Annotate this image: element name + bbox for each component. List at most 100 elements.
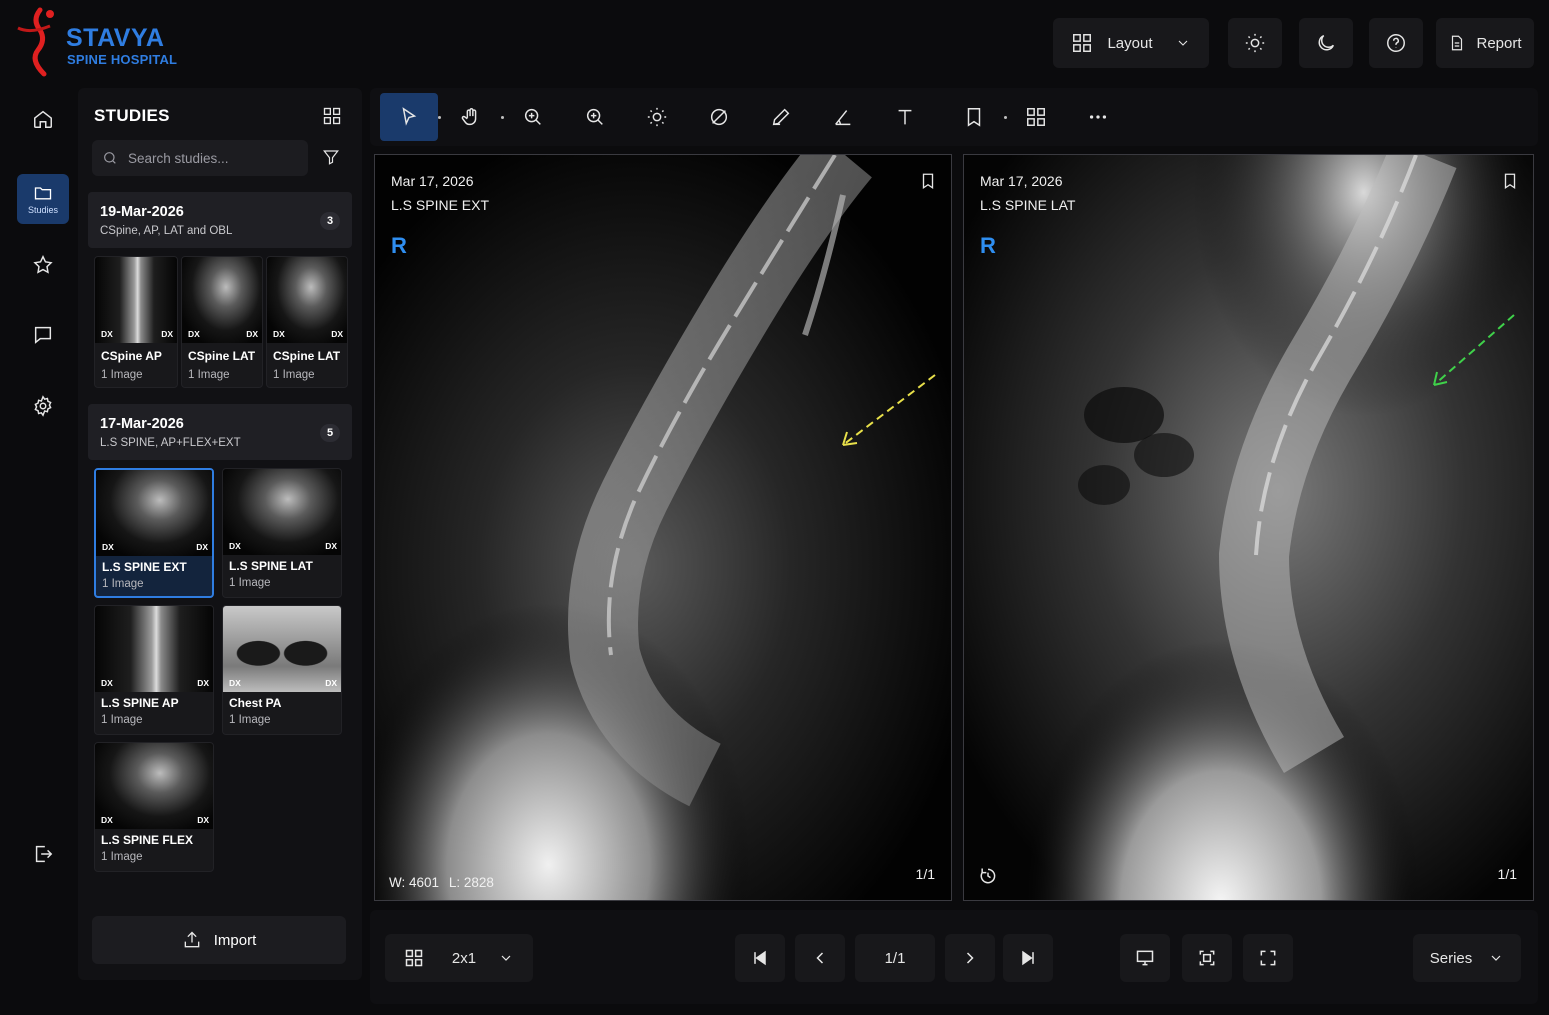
previous-image-button[interactable] bbox=[795, 934, 845, 982]
star-icon bbox=[33, 255, 53, 274]
series-image-count: 1 Image bbox=[101, 714, 143, 726]
last-image-button[interactable] bbox=[1003, 934, 1053, 982]
study-description: L.S SPINE, AP+FLEX+EXT bbox=[100, 437, 241, 449]
tool-angle[interactable] bbox=[814, 93, 872, 141]
nav-messages[interactable] bbox=[17, 310, 69, 360]
sun-icon bbox=[1245, 33, 1265, 53]
series-thumbnail[interactable]: DX DX CSpine LAT 1 Image bbox=[181, 256, 263, 388]
modality-tag: DX bbox=[101, 815, 113, 825]
first-image-button[interactable] bbox=[735, 934, 785, 982]
modality-tag: DX bbox=[273, 329, 285, 339]
sync-button[interactable] bbox=[978, 866, 998, 886]
import-icon bbox=[184, 931, 200, 948]
series-name: CSpine LAT bbox=[188, 349, 256, 363]
help-button[interactable] bbox=[1369, 18, 1423, 68]
folder-icon bbox=[34, 187, 52, 200]
tool-invert[interactable] bbox=[690, 93, 748, 141]
series-thumbnail[interactable]: DX DX Chest PA 1 Image bbox=[222, 605, 342, 735]
tool-layout-grid[interactable] bbox=[1007, 93, 1065, 141]
study-date: 19-Mar-2026 bbox=[100, 204, 184, 220]
tool-separator bbox=[438, 116, 441, 119]
series-thumbnail[interactable]: DX DX L.S SPINE EXT 1 Image bbox=[94, 468, 214, 598]
document-icon bbox=[1452, 35, 1463, 51]
page-indicator: 1/1 bbox=[855, 934, 935, 982]
zoom-icon bbox=[524, 108, 541, 125]
series-select[interactable]: Series bbox=[1413, 934, 1521, 982]
nav-logout[interactable] bbox=[17, 829, 69, 879]
orientation-marker: R bbox=[391, 233, 407, 258]
import-button[interactable]: Import bbox=[92, 916, 346, 964]
viewport-right[interactable]: Mar 17, 2026 L.S SPINE LAT R 1/1 bbox=[963, 154, 1534, 901]
series-image-count: 1 Image bbox=[101, 851, 143, 863]
viewport-layout-select[interactable]: 2x1 bbox=[385, 934, 533, 982]
filter-button[interactable] bbox=[322, 148, 342, 168]
modality-tag: DX bbox=[325, 678, 337, 688]
layout-value: 2x1 bbox=[451, 949, 477, 967]
bookmark-icon bbox=[922, 173, 934, 190]
viewport-bookmark-button[interactable] bbox=[1501, 171, 1519, 191]
modality-tag: DX bbox=[188, 329, 200, 339]
modality-tag: DX bbox=[325, 541, 337, 551]
tool-more[interactable] bbox=[1069, 93, 1127, 141]
study-group-header[interactable]: 19-Mar-2026 CSpine, AP, LAT and OBL 3 bbox=[88, 192, 352, 248]
chevron-left-icon bbox=[816, 952, 824, 964]
pan-hand-icon bbox=[461, 108, 477, 126]
modality-tag: DX bbox=[229, 541, 241, 551]
modality-tag: DX bbox=[246, 329, 258, 339]
study-count-badge: 5 bbox=[320, 424, 340, 442]
dark-theme-button[interactable] bbox=[1299, 18, 1353, 68]
chevron-right-icon bbox=[966, 952, 974, 964]
modality-tag: DX bbox=[229, 678, 241, 688]
viewport-bookmark-button[interactable] bbox=[919, 171, 937, 191]
tool-pan[interactable] bbox=[442, 93, 500, 141]
nav-favorites[interactable] bbox=[17, 240, 69, 290]
monitor-button[interactable] bbox=[1120, 934, 1170, 982]
tool-zoom[interactable] bbox=[504, 93, 562, 141]
series-thumbnail[interactable]: DX DX CSpine LAT 1 Image bbox=[266, 256, 348, 388]
viewport-left[interactable]: Mar 17, 2026 L.S SPINE EXT R W: 4601 L: … bbox=[374, 154, 952, 901]
tool-bookmark[interactable] bbox=[945, 93, 1003, 141]
nav-studies[interactable]: Studies bbox=[17, 174, 69, 224]
modality-tag: DX bbox=[197, 678, 209, 688]
brand-name: STAVYA bbox=[66, 24, 165, 52]
tool-magnify[interactable] bbox=[566, 93, 624, 141]
frame-counter: 1/1 bbox=[915, 866, 935, 882]
study-group-header[interactable]: 17-Mar-2026 L.S SPINE, AP+FLEX+EXT 5 bbox=[88, 404, 352, 460]
window-level: L: 2828 bbox=[448, 875, 494, 890]
navigation-rail: Studies bbox=[0, 88, 80, 988]
studies-panel: STUDIES 19-Mar-2026 CSpine, AP, LAT and … bbox=[78, 88, 362, 980]
studies-view-toggle[interactable] bbox=[322, 106, 344, 128]
series-image-count: 1 Image bbox=[229, 714, 271, 726]
layout-button[interactable]: Layout bbox=[1053, 18, 1209, 68]
tool-brightness[interactable] bbox=[628, 93, 686, 141]
grid-view-icon bbox=[323, 107, 341, 125]
pencil-icon bbox=[772, 108, 790, 126]
tool-pointer[interactable] bbox=[380, 93, 438, 141]
monitor-icon bbox=[1136, 950, 1154, 966]
logout-icon bbox=[35, 845, 53, 863]
series-thumbnail[interactable]: DX DX L.S SPINE AP 1 Image bbox=[94, 605, 214, 735]
series-image-count: 1 Image bbox=[273, 369, 315, 381]
stavya-logo-icon bbox=[17, 7, 54, 77]
image-toolbar bbox=[370, 88, 1538, 146]
fit-screen-button[interactable] bbox=[1182, 934, 1232, 982]
chevron-down-icon bbox=[501, 955, 511, 961]
series-thumbnail[interactable]: DX DX CSpine AP 1 Image bbox=[94, 256, 178, 388]
home-icon bbox=[34, 110, 52, 128]
search-box bbox=[92, 140, 308, 176]
nav-settings[interactable] bbox=[17, 381, 69, 431]
viewport-series-name: L.S SPINE LAT bbox=[980, 197, 1076, 213]
window-width: W: 4601 bbox=[389, 875, 440, 890]
series-thumbnail[interactable]: DX DX L.S SPINE FLEX 1 Image bbox=[94, 742, 214, 872]
next-image-button[interactable] bbox=[945, 934, 995, 982]
series-name: CSpine LAT bbox=[273, 349, 341, 363]
fullscreen-button[interactable] bbox=[1243, 934, 1293, 982]
search-input[interactable] bbox=[128, 150, 298, 166]
light-theme-button[interactable] bbox=[1228, 18, 1282, 68]
nav-home[interactable] bbox=[17, 94, 69, 144]
tool-annotate[interactable] bbox=[752, 93, 810, 141]
tool-text[interactable] bbox=[876, 93, 934, 141]
series-thumbnail[interactable]: DX DX L.S SPINE LAT 1 Image bbox=[222, 468, 342, 598]
study-description: CSpine, AP, LAT and OBL bbox=[100, 225, 233, 237]
report-button[interactable]: Report bbox=[1436, 18, 1534, 68]
